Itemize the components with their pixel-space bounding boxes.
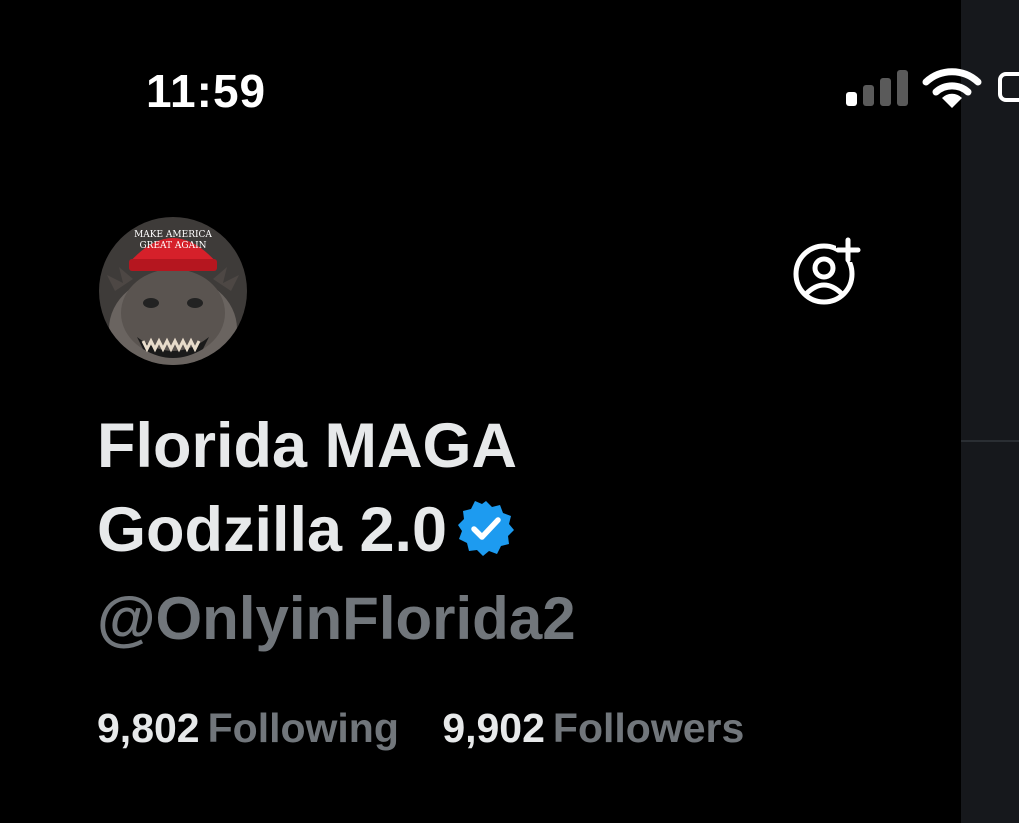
background-timeline-panel[interactable] — [961, 0, 1019, 823]
battery-icon — [998, 72, 1019, 102]
wifi-icon — [922, 66, 982, 115]
display-name-text: Florida MAGA Godzilla 2.0 — [97, 411, 515, 565]
follow-stats: 9,802 Following 9,902 Followers — [97, 705, 776, 752]
followers-label: Followers — [552, 705, 745, 751]
verified-badge-icon — [457, 494, 515, 556]
hat-text-line2: GREAT AGAIN — [139, 241, 206, 251]
cellular-signal-icon — [846, 70, 908, 106]
display-name[interactable]: Florida MAGA Godzilla 2.0 — [97, 404, 717, 572]
add-account-icon[interactable] — [790, 234, 862, 306]
status-time: 11:59 — [146, 65, 267, 117]
following-link[interactable]: 9,802 Following — [97, 705, 399, 752]
hat-text-line1: MAKE AMERICA — [134, 230, 212, 240]
avatar[interactable]: MAKE AMERICA GREAT AGAIN — [99, 217, 247, 365]
following-label: Following — [207, 705, 399, 751]
followers-link[interactable]: 9,902 Followers — [442, 705, 744, 752]
following-count: 9,802 — [97, 705, 200, 751]
followers-count: 9,902 — [442, 705, 545, 751]
timeline-divider — [961, 440, 1019, 442]
username-handle[interactable]: @OnlyinFlorida2 — [97, 584, 576, 653]
